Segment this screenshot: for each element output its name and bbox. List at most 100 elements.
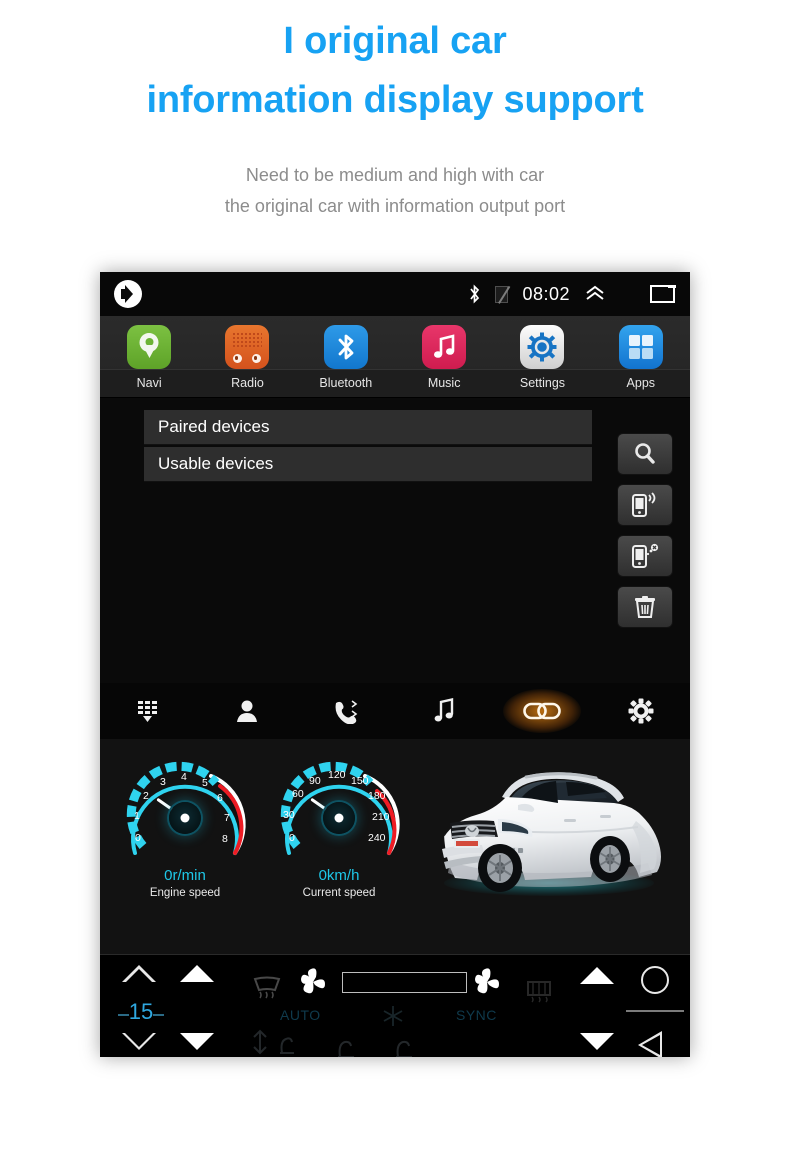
phone-connect-icon: [632, 492, 656, 517]
temp-down-button[interactable]: [180, 1033, 214, 1050]
rear-defrost-button[interactable]: [524, 979, 554, 1010]
triangle-up-filled-icon: [580, 967, 614, 984]
music-icon: [422, 325, 467, 369]
temperature-value: 15: [128, 999, 154, 1024]
music-note-icon: [434, 698, 454, 722]
disconnect-device-button[interactable]: [617, 535, 673, 577]
triangle-left-outline-icon: [638, 1031, 664, 1057]
tach-caption: Engine speed: [149, 887, 221, 899]
fan-left-button[interactable]: [296, 967, 330, 1002]
speed-tick-60: 60: [292, 788, 304, 800]
speed-tick-30: 30: [283, 809, 295, 821]
airflow-seat-icon: [338, 1040, 354, 1057]
horizontal-line-icon: [626, 1010, 684, 1012]
device-list: Paired devices Usable devices: [144, 410, 592, 482]
tach-hub: [169, 802, 201, 834]
dock-label-apps: Apps: [626, 376, 656, 390]
status-bar: 08:02: [100, 272, 690, 316]
airflow-mode-button[interactable]: [248, 1027, 318, 1057]
tach-value: 0r/min: [164, 867, 206, 884]
contacts-tab[interactable]: [198, 683, 296, 739]
tach-tick-4: 4: [181, 771, 187, 783]
app-dock-labels: Navi Radio Bluetooth Music Settings Apps: [100, 369, 690, 397]
connect-device-button[interactable]: [617, 484, 673, 526]
tach-tick-3: 3: [160, 776, 166, 788]
sync-label[interactable]: SYNC: [456, 1007, 497, 1023]
tach-tick-7: 7: [224, 812, 230, 824]
gear-icon: [628, 698, 654, 724]
speed-tick-150: 150: [351, 775, 369, 787]
page-root: I original car information display suppo…: [0, 0, 790, 1149]
auto-label[interactable]: AUTO: [280, 1007, 321, 1023]
dock-item-navi[interactable]: [100, 325, 198, 369]
no-signal-icon: [495, 285, 509, 303]
call-history-tab[interactable]: [297, 683, 395, 739]
front-defrost-icon: [253, 976, 281, 999]
tach-tick-2: 2: [143, 790, 149, 802]
dock-item-bluetooth[interactable]: [297, 325, 395, 369]
back-button[interactable]: [638, 1031, 664, 1057]
settings-gear-icon: [520, 325, 565, 369]
dock-item-radio[interactable]: [198, 325, 296, 369]
vehicle-illustration: [414, 749, 684, 924]
circle-icon: [641, 966, 669, 994]
airflow-foot-button[interactable]: [330, 1033, 366, 1057]
tach-tick-0: 0: [135, 832, 141, 844]
bluetooth-side-buttons: [617, 433, 673, 628]
home-button[interactable]: [641, 966, 669, 994]
list-item-paired-devices[interactable]: Paired devices: [144, 410, 592, 445]
temp-dash-left: [117, 1013, 129, 1016]
speaker-icon[interactable]: [114, 280, 142, 308]
front-defrost-button[interactable]: [252, 975, 282, 1006]
nav-down-button[interactable]: [580, 1033, 614, 1050]
dialpad-tab[interactable]: [100, 683, 198, 739]
car-head-unit-screen: 08:02 Navi Radio Bluetooth Music Setting…: [100, 272, 690, 1057]
recents-icon[interactable]: [650, 285, 676, 303]
link-tab[interactable]: [493, 683, 591, 739]
page-subtitle: Need to be medium and high with car the …: [0, 160, 790, 223]
speed-tick-120: 120: [328, 769, 346, 781]
triangle-down-filled-icon: [180, 1033, 214, 1050]
airflow-seat-icon: [396, 1040, 412, 1057]
speedometer: 0 30 60 90 120 150 180 210 240 0km/h Cur…: [274, 753, 404, 899]
tach-tick-8: 8: [222, 833, 228, 845]
search-button[interactable]: [617, 433, 673, 475]
speed-hub: [323, 802, 355, 834]
speed-tick-90: 90: [309, 775, 321, 787]
status-clock: 08:02: [522, 283, 570, 304]
fan-icon: [475, 968, 499, 994]
volume-up-outline-button[interactable]: [122, 965, 156, 983]
bt-settings-tab[interactable]: [592, 683, 690, 739]
dialpad-icon: [138, 701, 158, 722]
dock-label-settings: Settings: [519, 376, 566, 390]
ac-button[interactable]: [382, 1005, 404, 1032]
airflow-face-button[interactable]: [388, 1033, 424, 1057]
chevron-up-icon[interactable]: [584, 284, 606, 304]
nav-up-button[interactable]: [580, 967, 614, 984]
bluetooth-panel: Paired devices Usable devices: [100, 398, 690, 683]
volume-down-outline-button[interactable]: [122, 1033, 156, 1050]
tachometer: 0 1 2 3 4 5 6 7 8 0r/min Engine speed: [120, 753, 250, 899]
dock-label-bluetooth: Bluetooth: [319, 376, 373, 390]
navi-icon: [127, 325, 172, 369]
temp-up-button[interactable]: [180, 965, 214, 982]
dock-item-apps[interactable]: [592, 325, 690, 369]
speed-tick-210: 210: [372, 811, 390, 823]
speed-tick-180: 180: [368, 790, 386, 802]
headline-line-2: information display support: [146, 78, 644, 121]
bt-music-tab[interactable]: [395, 683, 493, 739]
radio-icon: [225, 325, 270, 369]
phone-disconnect-icon: [632, 543, 659, 568]
status-bar-right: 08:02: [468, 284, 676, 305]
delete-button[interactable]: [617, 586, 673, 628]
list-item-usable-devices[interactable]: Usable devices: [144, 447, 592, 482]
dock-item-music[interactable]: [395, 325, 493, 369]
fan-speed-slider[interactable]: [342, 972, 467, 993]
menu-button[interactable]: [626, 1010, 684, 1012]
fan-right-button[interactable]: [470, 967, 504, 1002]
temp-dash-right: [153, 1013, 165, 1016]
dock-item-settings[interactable]: [493, 325, 591, 369]
temperature-display: 15: [106, 999, 176, 1025]
link-chain-icon: [523, 702, 562, 720]
dock-label-radio: Radio: [231, 376, 264, 390]
